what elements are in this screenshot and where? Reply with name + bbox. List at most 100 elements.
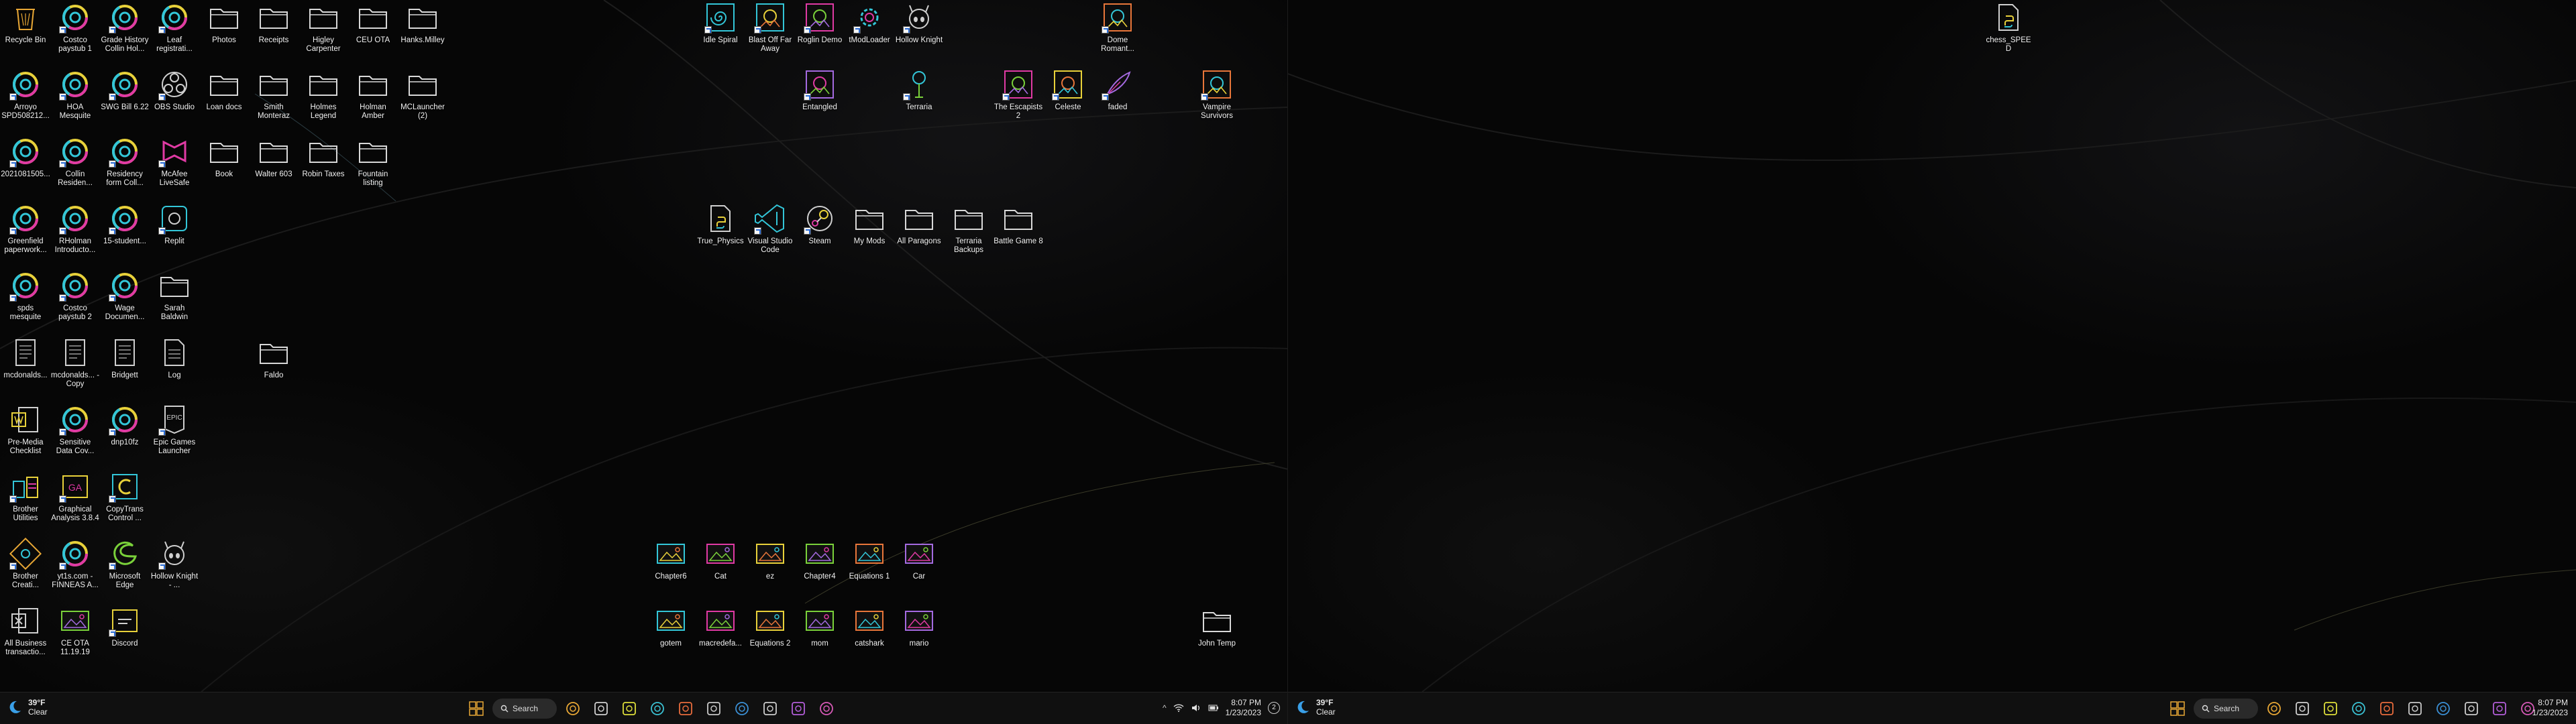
desktop-icon[interactable]: RHolman Introducto... <box>50 202 100 255</box>
desktop-icon[interactable]: Equations 1 <box>845 538 894 581</box>
clock[interactable]: 8:07 PM 1/23/2023 <box>2532 698 2568 718</box>
desktop-icon[interactable]: Fountain listing <box>348 135 398 188</box>
desktop-icon[interactable]: Pre-Media Checklist <box>1 404 50 456</box>
desktop-icon[interactable]: tModLoader <box>845 1 894 45</box>
steam-taskbar-icon[interactable] <box>702 697 726 721</box>
battery-icon[interactable] <box>1208 703 1219 713</box>
desktop-icon[interactable]: macredefa... <box>696 605 745 648</box>
desktop-icon[interactable]: Idle Spiral <box>696 1 745 45</box>
steam-taskbar-icon[interactable] <box>2403 697 2427 721</box>
desktop-icon[interactable]: Discord <box>100 605 150 648</box>
file-explorer-icon[interactable] <box>2262 697 2286 721</box>
start-button[interactable] <box>464 697 488 721</box>
desktop-icon[interactable]: Roglin Demo <box>795 1 845 45</box>
desktop-icon[interactable]: Photos <box>199 1 249 45</box>
wifi-icon[interactable] <box>1173 703 1184 713</box>
desktop-icon[interactable]: Battle Game 8 <box>994 202 1043 246</box>
desktop-icon[interactable]: Arroyo SPD508212... <box>1 68 50 121</box>
desktop-icon[interactable]: CopyTrans Control ... <box>100 471 150 523</box>
desktop-icon[interactable]: Grade History Collin Hol... <box>100 1 150 54</box>
desktop-icon[interactable]: Chapter4 <box>795 538 845 581</box>
desktop-icon[interactable]: Higley Carpenter <box>299 1 348 54</box>
chrome-icon[interactable] <box>2318 697 2343 721</box>
desktop-icon[interactable]: gotem <box>646 605 696 648</box>
desktop-icon[interactable]: catshark <box>845 605 894 648</box>
desktop-icon[interactable]: Car <box>894 538 944 581</box>
desktop-icon[interactable]: Book <box>199 135 249 179</box>
firefox-icon[interactable] <box>2375 697 2399 721</box>
search-box[interactable]: Search <box>2194 699 2258 719</box>
weather-widget[interactable]: 39°F Clear <box>7 698 48 717</box>
desktop-icon[interactable]: Leaf registrati... <box>150 1 199 54</box>
desktop-icon[interactable]: Wage Documen... <box>100 269 150 322</box>
desktop-icon[interactable]: Celeste <box>1043 68 1093 112</box>
file-explorer-icon[interactable] <box>561 697 585 721</box>
discord-taskbar-icon[interactable] <box>786 697 810 721</box>
desktop-icon[interactable]: Collin Residen... <box>50 135 100 188</box>
task-view-icon[interactable] <box>2290 697 2314 721</box>
desktop-icon[interactable]: Recycle Bin <box>1 1 50 45</box>
desktop-icon[interactable]: dnp10fz <box>100 404 150 447</box>
desktop-icon[interactable]: mario <box>894 605 944 648</box>
start-button[interactable] <box>2165 697 2190 721</box>
desktop-icon[interactable]: faded <box>1093 68 1142 112</box>
desktop-icon[interactable]: chess_SPEED <box>1984 1 2033 54</box>
desktop-icon[interactable]: Loan docs <box>199 68 249 112</box>
mail-icon[interactable] <box>814 697 839 721</box>
desktop-icon[interactable]: Residency form Coll... <box>100 135 150 188</box>
vscode-taskbar-icon[interactable] <box>2431 697 2455 721</box>
desktop-icon[interactable]: Holmes Legend <box>299 68 348 121</box>
desktop-icon[interactable]: HOA Mesquite <box>50 68 100 121</box>
desktop-icon[interactable]: Costco paystub 2 <box>50 269 100 322</box>
desktop-icon[interactable]: Steam <box>795 202 845 246</box>
desktop-icon[interactable]: CEU OTA <box>348 1 398 45</box>
desktop-icon[interactable]: mcdonalds... - Copy <box>50 337 100 389</box>
edge-taskbar-icon[interactable] <box>645 697 669 721</box>
desktop-icon[interactable]: yt1s.com - FINNEAS A... <box>50 538 100 590</box>
task-view-icon[interactable] <box>589 697 613 721</box>
desktop-icon[interactable]: Log <box>150 337 199 380</box>
desktop-icon[interactable]: Vampire Survivors <box>1192 68 1242 121</box>
weather-widget-right[interactable]: 39°F Clear <box>1295 698 1336 717</box>
desktop-icon[interactable]: Equations 2 <box>745 605 795 648</box>
edge-taskbar-icon[interactable] <box>2347 697 2371 721</box>
desktop-icon[interactable]: spds mesquite <box>1 269 50 322</box>
firefox-icon[interactable] <box>674 697 698 721</box>
desktop-icon[interactable]: Robin Taxes <box>299 135 348 179</box>
chevron-up-icon[interactable]: ^ <box>1163 703 1167 713</box>
desktop-icon[interactable]: ez <box>745 538 795 581</box>
desktop-icon[interactable]: All Paragons <box>894 202 944 246</box>
desktop-icon[interactable]: Chapter6 <box>646 538 696 581</box>
desktop-icon[interactable]: MCLauncher (2) <box>398 68 447 121</box>
obs-taskbar-icon[interactable] <box>758 697 782 721</box>
desktop-icon[interactable]: Brother Creati... <box>1 538 50 590</box>
desktop-icon[interactable]: True_Physics <box>696 202 745 246</box>
desktop-icon[interactable]: mom <box>795 605 845 648</box>
desktop-icon[interactable]: Brother Utilities <box>1 471 50 523</box>
search-box[interactable]: Search <box>492 699 557 719</box>
desktop-icon[interactable]: Faldo <box>249 337 299 380</box>
desktop-icon[interactable]: All Business transactio... <box>1 605 50 657</box>
desktop-icon[interactable]: OBS Studio <box>150 68 199 112</box>
desktop-icon[interactable]: Hanks.Milley <box>398 1 447 45</box>
clock[interactable]: 8:07 PM 1/23/2023 <box>1226 698 1261 718</box>
desktop-icon[interactable]: Dome Romant... <box>1093 1 1142 54</box>
desktop-icon[interactable]: Holman Amber <box>348 68 398 121</box>
desktop-icon[interactable]: Hollow Knight - ... <box>150 538 199 590</box>
volume-icon[interactable] <box>1191 703 1201 713</box>
notification-badge[interactable]: 2 <box>1268 702 1280 714</box>
desktop-icon[interactable]: Smith Monteraz <box>249 68 299 121</box>
desktop-icon[interactable]: SWG Bill 6.22 <box>100 68 150 112</box>
desktop-icon[interactable]: CE OTA 11.19.19 <box>50 605 100 657</box>
desktop-icon[interactable]: Entangled <box>795 68 845 112</box>
desktop-icon[interactable]: Hollow Knight <box>894 1 944 45</box>
desktop-icon[interactable]: 2021081505... <box>1 135 50 179</box>
desktop-icon[interactable]: GA Graphical Analysis 3.8.4 <box>50 471 100 523</box>
desktop-icon[interactable]: Sarah Baldwin <box>150 269 199 322</box>
desktop-icon[interactable]: Terraria <box>894 68 944 112</box>
desktop-icon[interactable]: 15-student... <box>100 202 150 246</box>
desktop-icon[interactable]: Cat <box>696 538 745 581</box>
desktop-icon[interactable]: Terraria Backups <box>944 202 994 255</box>
desktop-icon[interactable]: Sensitive Data Cov... <box>50 404 100 456</box>
desktop-icon[interactable]: Costco paystub 1 <box>50 1 100 54</box>
